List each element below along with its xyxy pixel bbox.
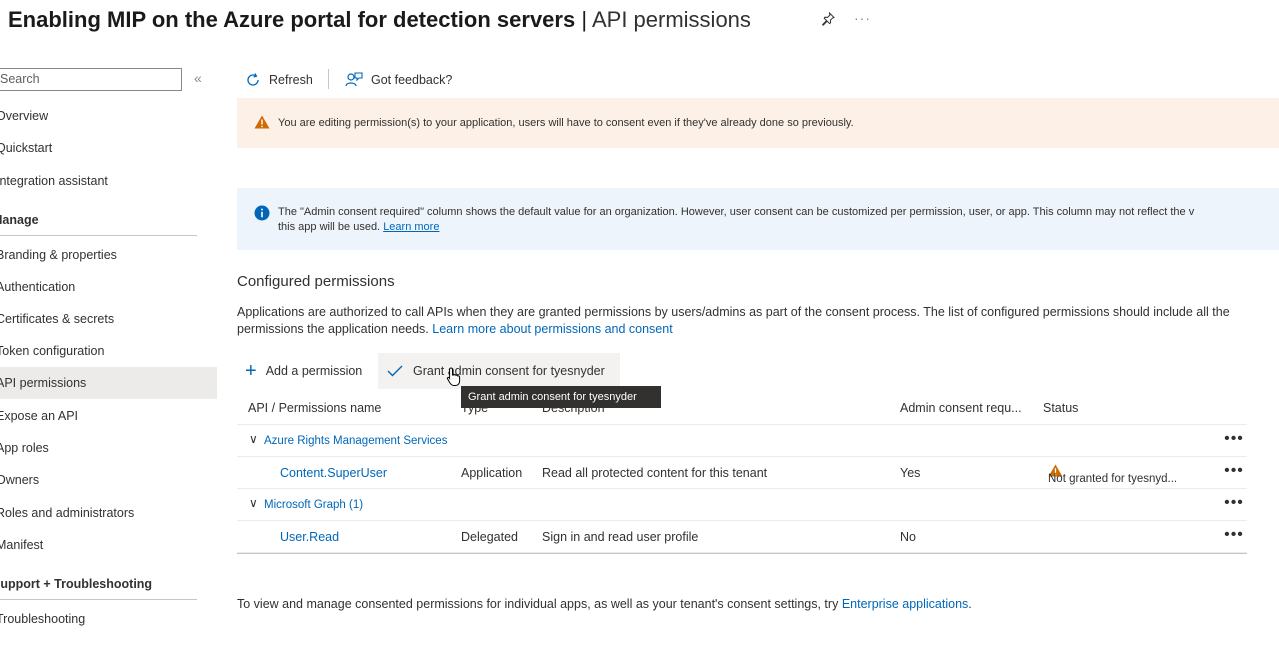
permission-description: Read all protected content for this tena…	[542, 466, 768, 480]
row-more-icon[interactable]: •••	[1221, 463, 1247, 479]
plus-icon: +	[245, 360, 257, 382]
collapse-sidebar-icon[interactable]: «	[194, 70, 202, 86]
title-separator: |	[581, 7, 588, 32]
table-header: API / Permissions name Type Description …	[237, 393, 1247, 425]
sidebar-search-input[interactable]: Search	[0, 68, 182, 91]
checkmark-icon	[387, 365, 403, 377]
sidebar-item-quickstart[interactable]: Quickstart	[0, 132, 217, 164]
table-row: Content.SuperUser Application Read all p…	[237, 457, 1247, 489]
warning-icon	[254, 115, 270, 132]
configured-permissions-title: Configured permissions	[237, 273, 395, 290]
permission-type: Application	[461, 466, 523, 480]
grant-admin-consent-button[interactable]: Grant admin consent for tyesnyder	[378, 353, 620, 389]
add-permission-label: Add a permission	[265, 364, 363, 378]
sidebar-item-certificates[interactable]: Certificates & secrets	[0, 303, 217, 335]
feedback-icon	[345, 72, 363, 87]
column-header-name[interactable]: API / Permissions name	[248, 401, 381, 415]
admin-consent-required: Yes	[900, 466, 921, 480]
row-more-icon[interactable]: •••	[1221, 495, 1247, 511]
refresh-button[interactable]: Refresh	[245, 70, 313, 90]
learn-more-link[interactable]: Learn more	[383, 221, 439, 233]
sidebar: Search « Overview Quickstart Integration…	[0, 60, 218, 646]
column-header-admin-consent[interactable]: Admin consent requ...	[900, 401, 1022, 415]
warning-banner: You are editing permission(s) to your ap…	[237, 98, 1279, 148]
sidebar-item-manifest[interactable]: Manifest	[0, 529, 217, 561]
refresh-icon	[247, 73, 259, 86]
info-icon	[254, 205, 270, 250]
blade-header: Enabling MIP on the Azure portal for det…	[0, 0, 1279, 44]
warning-text: You are editing permission(s) to your ap…	[278, 117, 854, 129]
sidebar-item-owners[interactable]: Owners	[0, 464, 217, 496]
feedback-label: Got feedback?	[371, 73, 453, 87]
table-bottom-border	[237, 553, 1247, 554]
permission-type: Delegated	[461, 530, 518, 544]
refresh-label: Refresh	[269, 73, 313, 87]
page-title-main: Enabling MIP on the Azure portal for det…	[8, 7, 576, 32]
group-name[interactable]: Microsoft Graph (1)	[264, 499, 363, 511]
description-text: Applications are authorized to call APIs…	[237, 305, 1230, 336]
learn-more-permissions-link[interactable]: Learn more about permissions and consent	[432, 322, 672, 336]
sidebar-item-troubleshooting[interactable]: Troubleshooting	[0, 603, 217, 635]
mouse-cursor-icon	[446, 367, 462, 390]
sidebar-item-api-permissions[interactable]: API permissions	[0, 367, 217, 399]
pin-icon[interactable]	[820, 11, 836, 27]
chevron-down-icon[interactable]: ∨	[249, 432, 258, 446]
sidebar-group-support: Support + Troubleshooting	[0, 568, 197, 600]
feedback-button[interactable]: Got feedback?	[345, 70, 452, 90]
add-permission-button[interactable]: + Add a permission	[245, 360, 363, 382]
row-more-icon[interactable]: •••	[1221, 527, 1247, 543]
chevron-down-icon[interactable]: ∨	[249, 496, 258, 510]
page-title: Enabling MIP on the Azure portal for det…	[8, 6, 751, 34]
permission-name-link[interactable]: User.Read	[280, 530, 339, 544]
permission-name-link[interactable]: Content.SuperUser	[280, 466, 387, 480]
sidebar-item-expose-api[interactable]: Expose an API	[0, 400, 217, 432]
enterprise-applications-link[interactable]: Enterprise applications	[842, 597, 968, 611]
footer-text: To view and manage consented permissions…	[237, 597, 839, 611]
info-text-line2: this app will be used.	[278, 221, 381, 233]
sidebar-item-authentication[interactable]: Authentication	[0, 271, 217, 303]
page-subtitle: API permissions	[591, 7, 751, 32]
group-name[interactable]: Azure Rights Management Services	[264, 435, 447, 447]
permission-description: Sign in and read user profile	[542, 530, 699, 544]
permissions-actions: + Add a permission Grant admin consent f…	[237, 353, 1279, 389]
status-text: Not granted for tyesnyd...	[1048, 473, 1178, 485]
info-text-line1: The "Admin consent required" column show…	[278, 206, 1195, 218]
configured-permissions-description: Applications are authorized to call APIs…	[237, 304, 1247, 338]
main-content: Refresh Got feedback? You are editing pe…	[237, 60, 1279, 646]
more-options-icon[interactable]: ···	[854, 10, 871, 26]
sidebar-item-integration-assistant[interactable]: Integration assistant	[0, 165, 217, 197]
sidebar-item-branding[interactable]: Branding & properties	[0, 239, 217, 271]
info-banner: The "Admin consent required" column show…	[237, 188, 1279, 250]
table-row: User.Read Delegated Sign in and read use…	[237, 521, 1247, 553]
grant-admin-consent-label: Grant admin consent for tyesnyder	[413, 364, 605, 378]
admin-consent-required: No	[900, 530, 916, 544]
status-cell: Not granted for tyesnyd...	[1048, 464, 1177, 485]
row-more-icon[interactable]: •••	[1221, 431, 1247, 447]
footer-period: .	[968, 597, 972, 611]
table-group-row[interactable]: ∨ Azure Rights Management Services •••	[237, 425, 1247, 457]
sidebar-item-roles-administrators[interactable]: Roles and administrators	[0, 497, 217, 529]
sidebar-item-overview[interactable]: Overview	[0, 100, 217, 132]
table-group-row[interactable]: ∨ Microsoft Graph (1) •••	[237, 489, 1247, 521]
sidebar-item-app-roles[interactable]: App roles	[0, 432, 217, 464]
sidebar-item-token-configuration[interactable]: Token configuration	[0, 335, 217, 367]
toolbar-divider	[328, 69, 329, 89]
column-header-status[interactable]: Status	[1043, 401, 1078, 415]
footer-note: To view and manage consented permissions…	[237, 597, 972, 611]
sidebar-group-manage: Manage	[0, 204, 197, 236]
command-bar: Refresh Got feedback?	[237, 60, 1279, 100]
grant-consent-tooltip: Grant admin consent for tyesnyder	[461, 386, 661, 408]
